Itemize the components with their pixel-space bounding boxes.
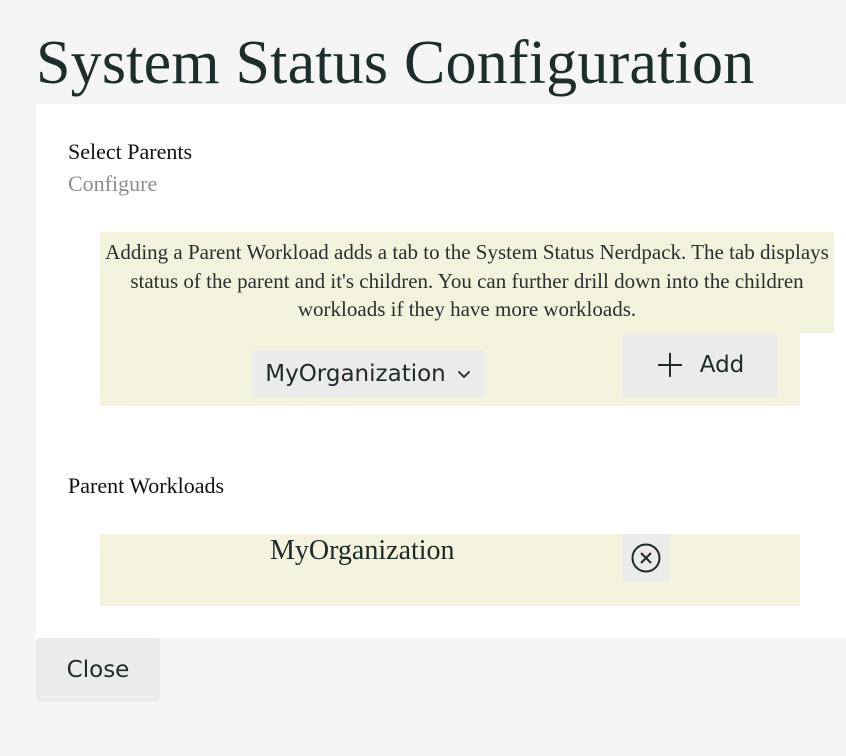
select-parents-heading: Select Parents bbox=[68, 139, 193, 164]
chevron-down-icon bbox=[457, 370, 470, 378]
config-panel: Select Parents Configure Adding a Parent… bbox=[36, 104, 846, 638]
close-button[interactable]: Close bbox=[36, 638, 160, 702]
add-button-label: Add bbox=[699, 352, 745, 378]
dropdown-selected-value: MyOrganization bbox=[265, 360, 446, 387]
add-button[interactable]: Add bbox=[622, 333, 778, 397]
parent-workload-row: MyOrganization bbox=[100, 534, 800, 606]
plus-icon bbox=[657, 353, 682, 377]
info-text: Adding a Parent Workload adds a tab to t… bbox=[105, 240, 829, 321]
info-box: Adding a Parent Workload adds a tab to t… bbox=[100, 232, 834, 333]
configure-subheading: Configure bbox=[68, 171, 158, 196]
parent-workloads-heading: Parent Workloads bbox=[68, 473, 225, 498]
close-circle-icon bbox=[631, 543, 661, 572]
page-title: System Status Configuration bbox=[36, 29, 755, 97]
parent-workload-dropdown[interactable]: MyOrganization bbox=[252, 350, 485, 397]
parent-workload-name: MyOrganization bbox=[270, 535, 455, 566]
remove-workload-button[interactable] bbox=[622, 534, 670, 581]
